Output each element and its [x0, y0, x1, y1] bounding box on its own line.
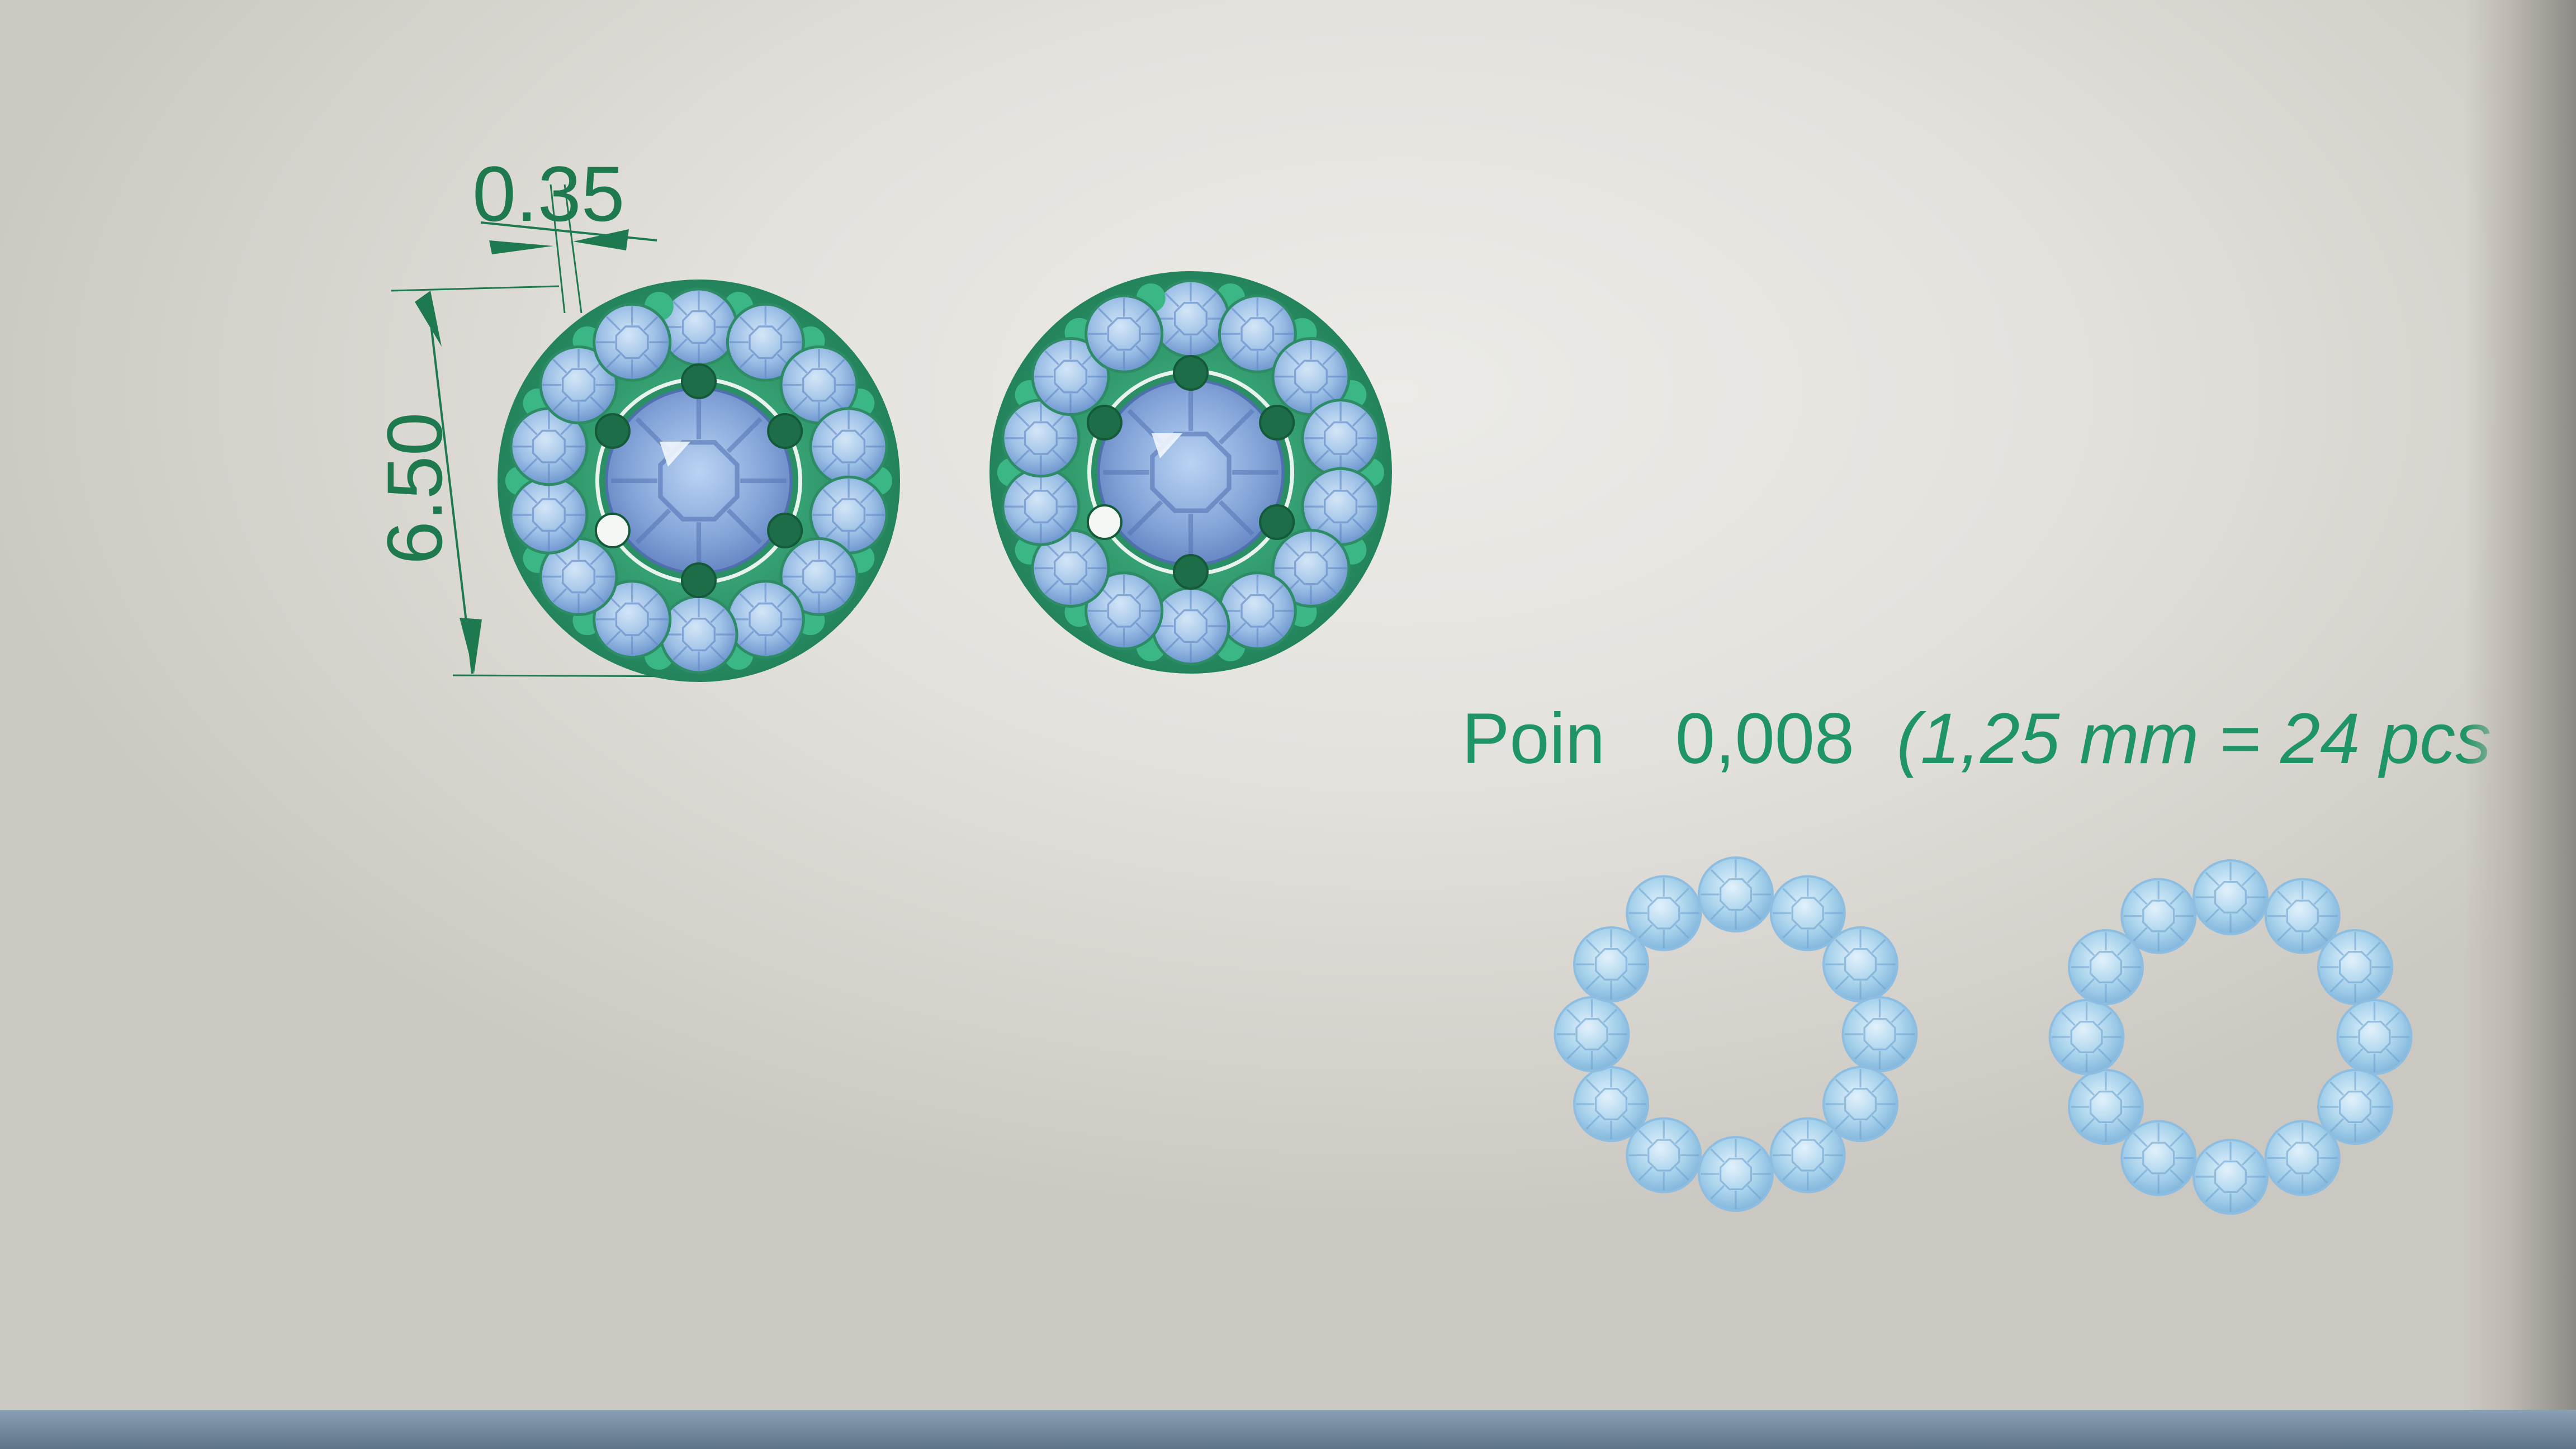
halo-stone — [1001, 467, 1081, 546]
loose-stone — [2048, 999, 2125, 1075]
loose-stone — [2120, 878, 2197, 954]
halo-stone — [1151, 586, 1230, 666]
loose-stone — [1698, 856, 1774, 932]
extension-line-height-top — [391, 285, 560, 292]
center-prong — [594, 413, 631, 449]
halo-earring-right[interactable] — [989, 271, 1392, 674]
center-prong — [1259, 405, 1295, 441]
loose-stone — [1554, 996, 1630, 1072]
halo-stone — [726, 580, 805, 659]
caption-prefix: Poin — [1462, 699, 1605, 779]
loose-stone — [2193, 1139, 2269, 1215]
monitor-bottom-bezel — [0, 1410, 2576, 1449]
loose-stone — [2067, 1069, 2144, 1145]
center-stone — [605, 387, 793, 575]
halo-stone — [809, 407, 888, 486]
caption-value: 0,008 — [1675, 699, 1854, 779]
cad-viewport[interactable]: 0.35 6.50 Poin 0,008 (1,25 mm = 24 pcs — [0, 0, 2576, 1449]
loose-stone — [2317, 929, 2394, 1005]
width-arrow-left — [489, 240, 553, 254]
halo-stone — [1301, 399, 1380, 478]
dimension-width-label: 0.35 — [472, 150, 624, 238]
monitor-edge-shadow — [2464, 0, 2576, 1449]
center-prong — [1086, 405, 1123, 441]
loose-stone — [1822, 926, 1899, 1002]
loose-stone — [2193, 859, 2269, 935]
dimension-height-label: 6.50 — [371, 413, 458, 565]
halo-stone — [1085, 294, 1164, 373]
stone-ring-right[interactable] — [2048, 859, 2413, 1215]
center-prong — [594, 513, 631, 548]
center-stone — [1097, 378, 1285, 566]
caption-detail: (1,25 mm = 24 pcs — [1897, 699, 2492, 779]
center-prong — [767, 513, 803, 548]
loose-stone — [2264, 1120, 2341, 1196]
center-prong — [1173, 355, 1209, 391]
halo-stone — [1218, 571, 1297, 651]
loose-stone — [1698, 1136, 1774, 1212]
center-prong — [681, 562, 717, 598]
center-prong — [1086, 504, 1123, 540]
loose-stone — [1626, 875, 1702, 951]
halo-stone — [509, 475, 589, 555]
loose-stone — [1573, 1066, 1649, 1142]
center-prong — [681, 363, 717, 399]
halo-stone — [659, 595, 738, 674]
loose-stone — [2336, 999, 2413, 1075]
halo-stone — [593, 302, 672, 382]
center-prong — [1259, 504, 1295, 540]
stone-ring-left[interactable] — [1554, 856, 1918, 1212]
drawing-canvas[interactable]: 0.35 6.50 Poin 0,008 (1,25 mm = 24 pcs — [0, 0, 2576, 1449]
loose-stone — [1841, 996, 1918, 1072]
height-arrow-top — [415, 291, 442, 347]
stone-caption: Poin 0,008 (1,25 mm = 24 pcs — [1462, 699, 2491, 779]
center-prong — [767, 413, 803, 449]
loose-stone — [1769, 1117, 1846, 1194]
halo-earring-left[interactable] — [498, 280, 900, 682]
center-prong — [1173, 554, 1209, 590]
